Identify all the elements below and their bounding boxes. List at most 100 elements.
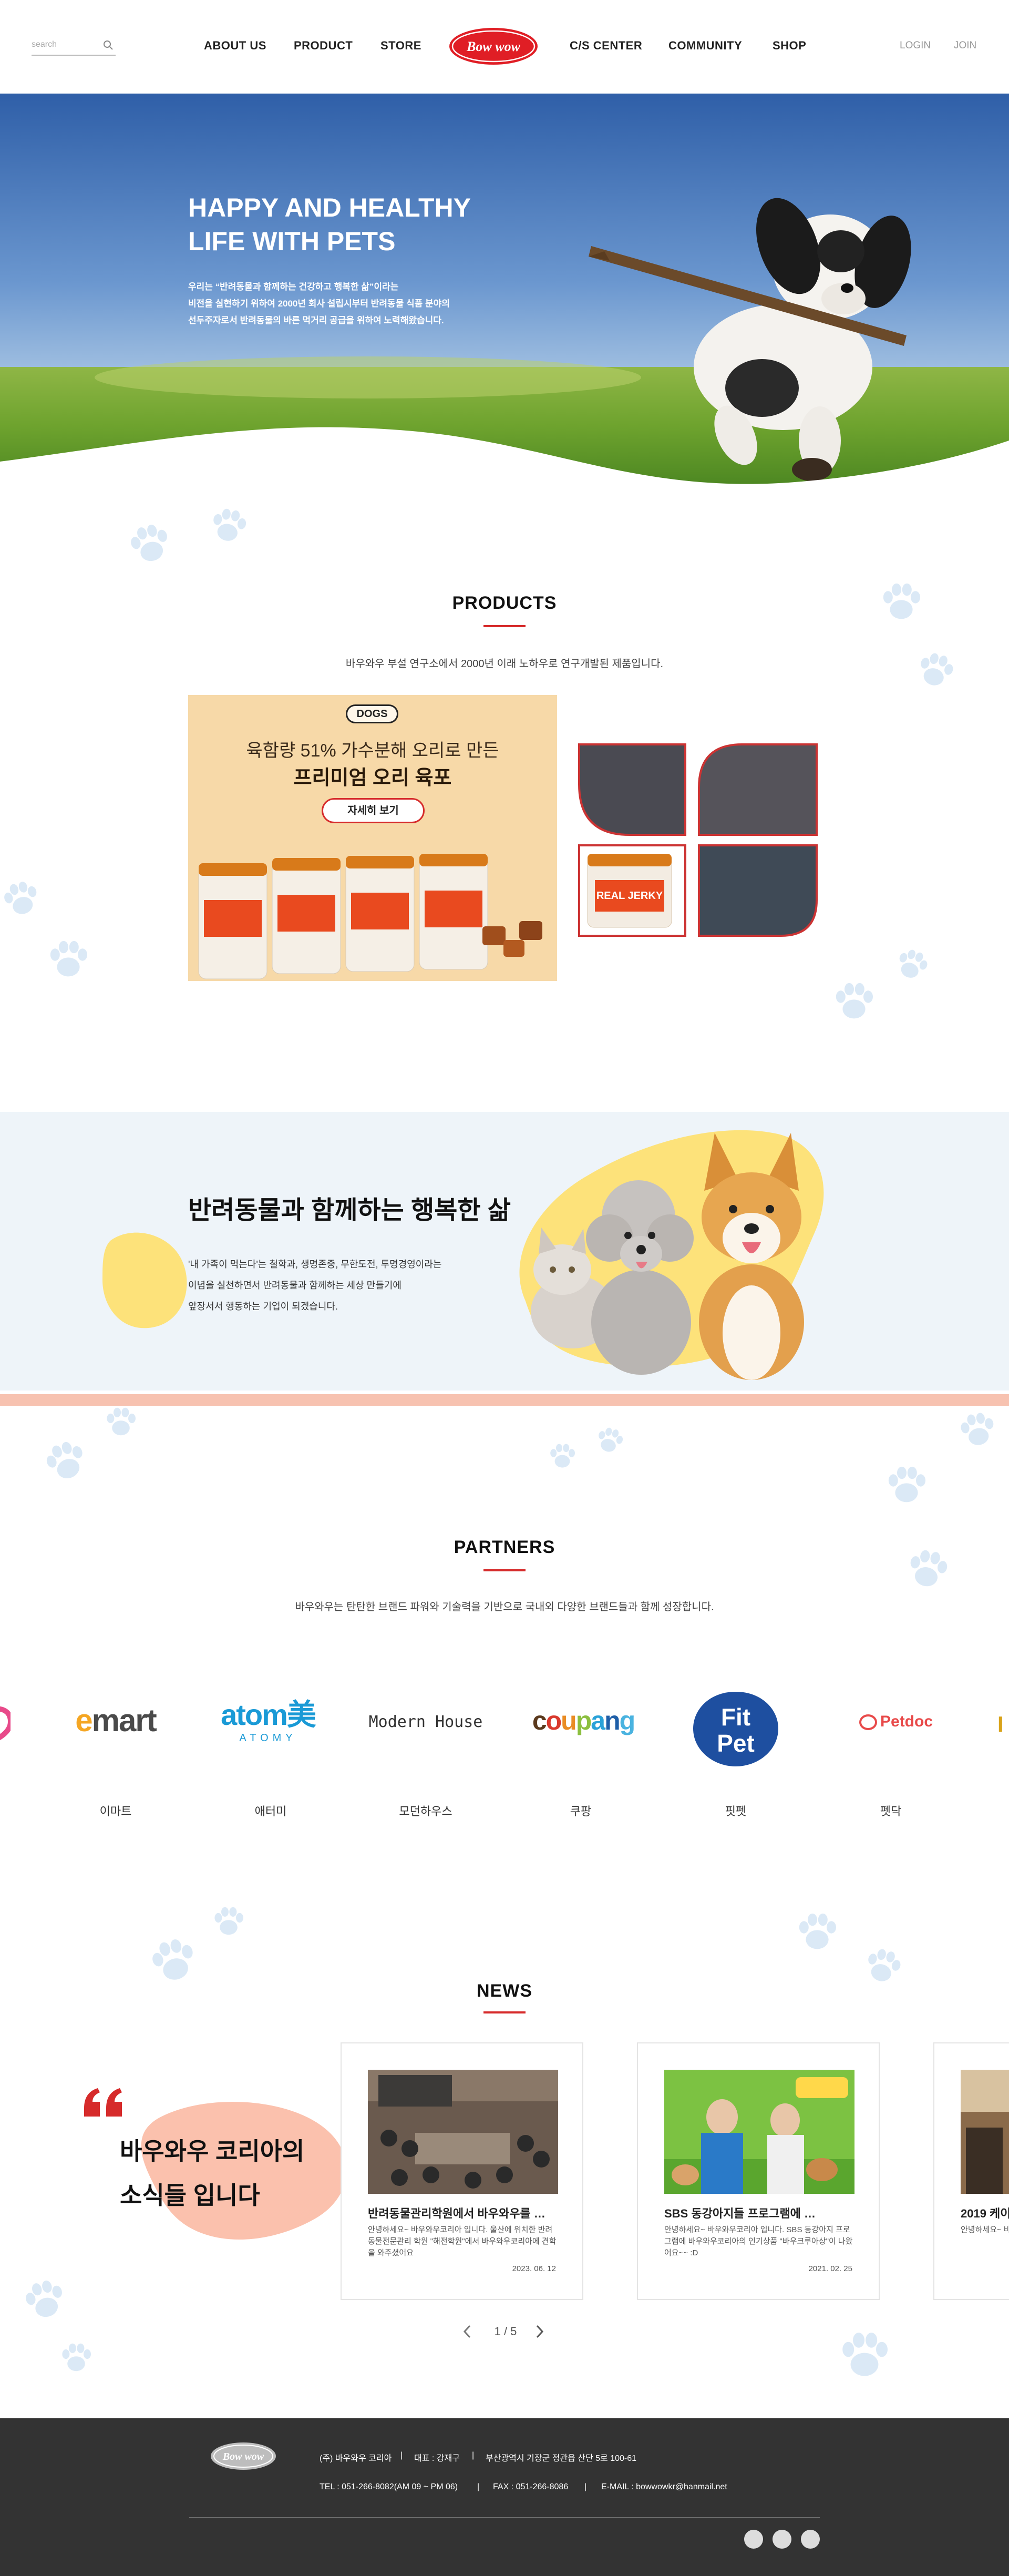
next-page-icon[interactable] [533, 2324, 545, 2339]
partner-name-coupang: 쿠팡 [570, 1805, 592, 1818]
products-title: PRODUCTS [452, 593, 557, 613]
paw-icon [149, 1935, 199, 1985]
partners-title-bar [483, 1569, 526, 1571]
paw-icon [959, 1410, 997, 1448]
emart-e-letter: e [75, 1703, 92, 1738]
paw-icon [42, 1437, 89, 1484]
news-card[interactable]: 반려동물관리학원에서 바우와우를 … 안녕하세요~ 바우와우코리아 입니다. 울… [341, 2042, 583, 2300]
thumbnail-1[interactable] [578, 743, 686, 836]
life-desc-line2: 이념을 실천하면서 반려동물과 함께하는 세상 만들기에 [188, 1280, 401, 1291]
site-footer: Bow wow (주) 바우와우 코리아 | 대표 : 강재구 | 부산광역시 … [0, 2418, 1009, 2576]
partner-logo-atomy[interactable]: atom美 ATOMY [215, 1699, 321, 1752]
partner-name-petdoc: 펫닥 [880, 1805, 902, 1818]
news-title-bar [483, 2011, 526, 2013]
sns-icon-3[interactable] [801, 2530, 820, 2549]
news-card-image [664, 2070, 854, 2194]
thumbnail-2[interactable] [698, 743, 818, 836]
promo-detail-button[interactable]: 자세히 보기 [322, 798, 425, 823]
paw-icon [888, 1466, 925, 1502]
emart-logo-text: mart [91, 1703, 157, 1738]
paw-icon [550, 1444, 575, 1468]
news-card-title: SBS 동강아지들 프로그램에 … [664, 2207, 816, 2220]
salmon-divider-band [0, 1394, 1009, 1406]
products-title-bar [483, 625, 526, 627]
thumbnail-4[interactable] [698, 844, 818, 937]
paw-icon [799, 1913, 836, 1949]
partial-partner-logo [0, 1706, 11, 1741]
paw-icon [214, 1907, 243, 1935]
fitpet-line1: Fit [721, 1703, 750, 1731]
paw-icon [50, 941, 87, 977]
petdoc-logo-text: Petdoc [880, 1713, 933, 1730]
footer-address: 부산광역시 기장군 정관읍 산단 5로 100-61 [486, 2454, 637, 2463]
atomy-logo-sub: ATOMY [239, 1732, 297, 1744]
happy-life-section [0, 1112, 1009, 1391]
page: { "header": { "search_placeholder": "sea… [0, 0, 1009, 2576]
partner-logo-petdoc[interactable]: Petdoc [843, 1713, 949, 1739]
footer-sep: | [400, 2451, 403, 2460]
partner-logo-emart[interactable]: emart [63, 1702, 168, 1744]
news-card-date: 2023. 06. 12 [512, 2264, 556, 2273]
life-desc-line3: 앞장서서 행동하는 기업이 되겠습니다. [188, 1301, 338, 1312]
partial-partner-logo-right: I [997, 1712, 1004, 1736]
paw-icon [842, 2333, 888, 2376]
jar-label: REAL JERKY [596, 890, 663, 902]
news-title: NEWS [477, 1981, 532, 2001]
news-card[interactable]: SBS 동강아지들 프로그램에 … 안녕하세요~ 바우와우코리아 입니다. SB… [637, 2042, 880, 2300]
paw-icon [107, 1407, 136, 1436]
sns-icon-2[interactable] [773, 2530, 791, 2549]
paw-icon [836, 983, 873, 1019]
coupang-p: p [575, 1706, 592, 1735]
footer-fax: FAX : 051-266-8086 [493, 2482, 569, 2491]
promo-tag: DOGS [346, 704, 398, 723]
product-promo-banner[interactable]: DOGS 육함량 51% 가수분해 오리로 만든 프리미엄 오리 육포 자세히 … [188, 695, 557, 981]
news-card-title: 2019 케이 [961, 2207, 1009, 2220]
footer-ceo: 대표 : 강재구 [414, 2454, 460, 2463]
fitpet-line2: Pet [717, 1730, 755, 1757]
partner-name-fitpet: 핏펫 [725, 1805, 747, 1818]
atomy-logo-text: atom美 [221, 1698, 316, 1731]
partner-logo-fitpet[interactable]: Fit Pet [691, 1690, 780, 1769]
news-card-date: 2021. 02. 25 [808, 2264, 852, 2273]
news-card-text: 안녕하세요~ 바우와우코리아 입니다. SBS 동강아지 프로그램에 바우와우코… [664, 2225, 853, 2257]
products-subtitle: 바우와우 부설 연구소에서 2000년 이래 노하우로 연구개발된 제품입니다. [345, 658, 664, 670]
quote-icon [84, 2088, 122, 2117]
partner-name-atomy: 애터미 [254, 1805, 287, 1818]
petdoc-icon [859, 1714, 877, 1731]
footer-sep: | [584, 2482, 587, 2491]
paw-icon [22, 2277, 68, 2322]
news-pager: 1 / 5 [494, 2325, 517, 2338]
partner-logo-modernhouse[interactable]: Modern House [363, 1713, 489, 1739]
coupang-u: u [561, 1706, 577, 1735]
life-desc-line1: '내 가족이 먹는다'는 철학과, 생명존중, 무한도전, 투명경영이라는 [188, 1259, 442, 1270]
footer-logo-text: Bow wow [222, 2451, 264, 2462]
news-card-text: 안녕하세요~ 바우와우코리아 입니다. 울산에 위치한 반려동물전문관리 학원 … [368, 2225, 557, 2257]
news-card-image [368, 2070, 558, 2194]
paw-icon [62, 2343, 91, 2371]
paw-icon [595, 1425, 625, 1455]
happy-life-title: 반려동물과 함께하는 행복한 삶 [188, 1197, 511, 1224]
coupang-o: o [545, 1706, 562, 1735]
product-jars-image [198, 854, 542, 979]
coupang-c: c [532, 1706, 547, 1735]
news-heading: 바우와우 코리아의 소식들 입니다 [120, 2129, 304, 2217]
partners-title: PARTNERS [454, 1537, 555, 1557]
news-heading-line1: 바우와우 코리아의 [120, 2138, 305, 2165]
news-heading-line2: 소식들 입니다 [120, 2182, 260, 2209]
news-card-text: 안녕하세요~ 바 SBS 동강아지 "바우크루아상 [961, 2225, 1009, 2234]
footer-sep: | [477, 2482, 480, 2491]
footer-logo[interactable]: Bow wow [209, 2440, 277, 2472]
coupang-n: n [604, 1706, 621, 1735]
footer-divider [189, 2517, 820, 2518]
happy-life-artwork [102, 1130, 824, 1380]
prev-page-icon[interactable] [461, 2324, 474, 2339]
paw-icon [894, 946, 931, 983]
partner-logo-coupang[interactable]: coupang [520, 1705, 646, 1742]
partner-name-modernhouse: 모던하우스 [399, 1805, 452, 1818]
paw-icon [883, 583, 920, 619]
news-card-partial[interactable]: 2019 케이 안녕하세요~ 바 SBS 동강아지 "바우크루아상 [933, 2042, 1009, 2300]
news-card-image [961, 2070, 1009, 2194]
product-thumbnails: REAL JERKY [578, 743, 818, 937]
paw-icon [1, 878, 42, 918]
sns-icon-1[interactable] [744, 2530, 763, 2549]
